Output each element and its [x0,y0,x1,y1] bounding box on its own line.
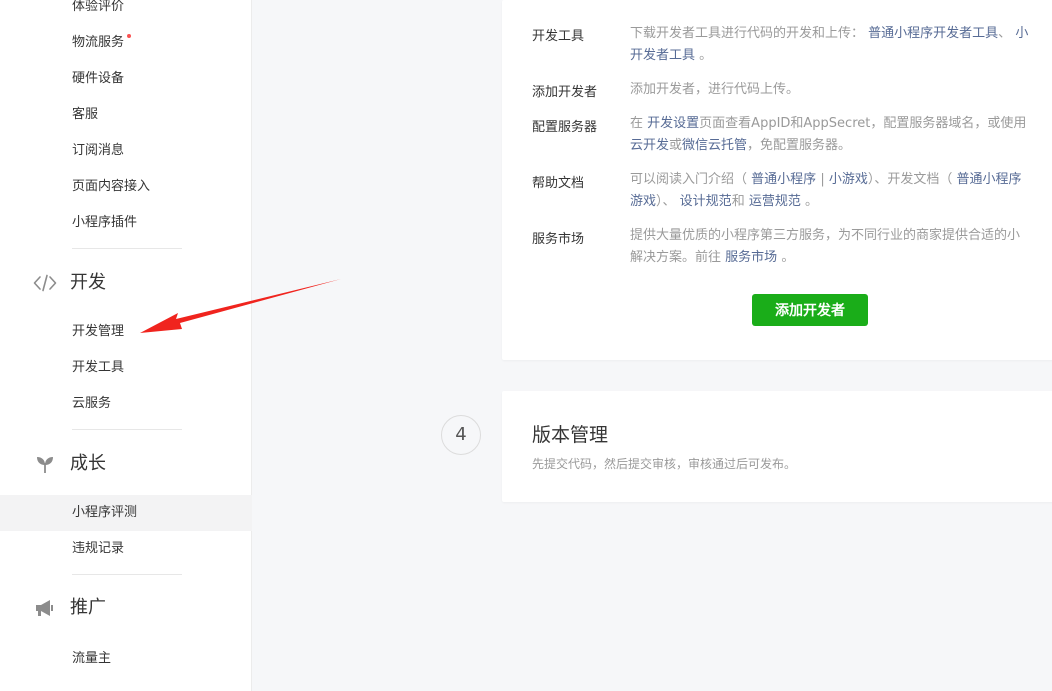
sidebar-item-label: 客服 [72,107,99,122]
sidebar-group-growth[interactable]: 成长 [32,449,106,479]
sidebar-item-label: 小程序插件 [72,215,138,230]
desc-text: 页面查看AppID和AppSecret，配置服务器域名，或使用 [699,116,1027,131]
desc-text: ）、 [656,194,676,209]
step-number-badge: 4 [441,415,481,455]
desc-text: 或 [669,138,683,153]
step3-card: 开发工具 下载开发者工具进行代码的开发和上传： 普通小程序开发者工具、 小 开发… [502,0,1052,360]
sidebar-group-title: 开发 [70,272,106,293]
link-docs-mini-program[interactable]: 普通小程序 [957,172,1022,187]
link-docs-mini-game[interactable]: 游戏 [630,194,656,209]
sidebar-item-page-content[interactable]: 页面内容接入 [0,169,252,205]
card-subtitle: 先提交代码，然后提交审核，审核通过后可发布。 [532,457,797,471]
desc-text: 。 [805,194,819,209]
notification-dot [127,34,132,38]
sidebar-item-evaluation[interactable]: 小程序评测 [0,495,252,531]
sidebar-divider [72,248,182,249]
sidebar-item-label: 体验评价 [72,0,125,14]
sidebar-group-dev[interactable]: 开发 [32,268,106,298]
sidebar-item-subscription-messages[interactable]: 订阅消息 [0,133,252,169]
row-label-dev-tools: 开发工具 [532,29,585,44]
code-icon [32,273,58,293]
sidebar-group-title: 推广 [70,597,106,618]
desc-text: ，免配置服务器。 [747,138,852,153]
desc-text: 。 [781,250,795,265]
sidebar-item-experience-review[interactable]: 体验评价 [0,0,252,25]
link-design-spec[interactable]: 设计规范 [680,194,732,209]
sidebar-group-promote[interactable]: 推广 [32,593,106,623]
row-desc-add-dev: 添加开发者，进行代码上传。 [630,82,800,97]
link-intro-mini-game[interactable]: 小游戏 [829,172,868,187]
sidebar-item-label: 物流服务 [72,35,125,50]
sidebar-item-hardware[interactable]: 硬件设备 [0,61,252,97]
row-label-add-dev: 添加开发者 [532,85,598,100]
row-desc-help: 可以阅读入门介绍（ 普通小程序 | 小游戏）、开发文档（ 普通小程序 游戏）、 … [630,169,1052,213]
link-operation-spec[interactable]: 运营规范 [749,194,801,209]
sidebar-item-ad-host[interactable]: 流量主 [0,641,252,677]
link-cloud-dev[interactable]: 云开发 [630,138,669,153]
row-label-help: 帮助文档 [532,176,585,191]
megaphone-icon [32,598,58,618]
link-intro-mini-program[interactable]: 普通小程序 [751,172,816,187]
desc-text: 。 [699,48,713,63]
row-desc-dev-tools: 下载开发者工具进行代码的开发和上传： 普通小程序开发者工具、 小 开发者工具 。 [630,23,1052,67]
row-label-server: 配置服务器 [532,120,598,135]
sidebar-item-label: 硬件设备 [72,71,125,86]
sidebar-item-violations[interactable]: 违规记录 [0,531,252,567]
desc-text: 可以阅读入门介绍（ [630,172,748,187]
sidebar-item-label: 开发管理 [72,324,125,339]
desc-text: 解决方案。前往 [630,250,722,265]
desc-text: ）、开发文档（ [867,172,953,187]
sidebar-item-label: 云服务 [72,396,112,411]
sidebar: 体验评价 物流服务 硬件设备 客服 订阅消息 页面内容接入 小程序插件 开发 开… [0,0,252,691]
link-mini-game-devtools[interactable]: 小 [1015,26,1028,41]
desc-text: 提供大量优质的小程序第三方服务，为不同行业的商家提供合适的小 [630,228,1021,243]
link-mini-program-devtools[interactable]: 普通小程序开发者工具 [868,26,998,41]
link-dev-settings[interactable]: 开发设置 [647,116,699,131]
sidebar-item-label: 订阅消息 [72,143,125,158]
add-developer-button[interactable]: 添加开发者 [752,294,868,326]
sidebar-item-dev-tools[interactable]: 开发工具 [0,350,252,386]
sidebar-item-label: 页面内容接入 [72,179,151,194]
sidebar-item-label: 小程序评测 [72,505,138,520]
sidebar-item-label: 违规记录 [72,541,125,556]
sidebar-item-cloud-service[interactable]: 云服务 [0,386,252,422]
sidebar-group-title: 成长 [70,453,106,474]
sidebar-item-dev-management[interactable]: 开发管理 [0,314,252,350]
sidebar-item-plugins[interactable]: 小程序插件 [0,205,252,241]
sidebar-item-label: 流量主 [72,651,112,666]
sidebar-item-customer-service[interactable]: 客服 [0,97,252,133]
card-title-version-management: 版本管理 [532,424,609,446]
sidebar-item-label: 开发工具 [72,360,125,375]
link-devtools-cont[interactable]: 开发者工具 [630,48,695,63]
desc-text: | [820,172,825,187]
desc-text: 下载开发者工具进行代码的开发和上传： [630,26,865,41]
row-desc-server: 在 开发设置页面查看AppID和AppSecret，配置服务器域名，或使用 云开… [630,113,1052,157]
link-wechat-cloud-hosting[interactable]: 微信云托管 [682,138,747,153]
desc-text: 和 [731,194,745,209]
row-label-market: 服务市场 [532,232,585,247]
desc-text: 、 [998,26,1012,41]
row-desc-market: 提供大量优质的小程序第三方服务，为不同行业的商家提供合适的小 解决方案。前往 服… [630,225,1052,269]
step4-card: 版本管理 先提交代码，然后提交审核，审核通过后可发布。 [502,391,1052,502]
desc-text: 在 [630,116,644,131]
sidebar-item-logistics[interactable]: 物流服务 [0,25,252,61]
sprout-icon [32,454,58,474]
sidebar-divider [72,574,182,575]
link-service-market[interactable]: 服务市场 [725,250,777,265]
sidebar-divider [72,429,182,430]
